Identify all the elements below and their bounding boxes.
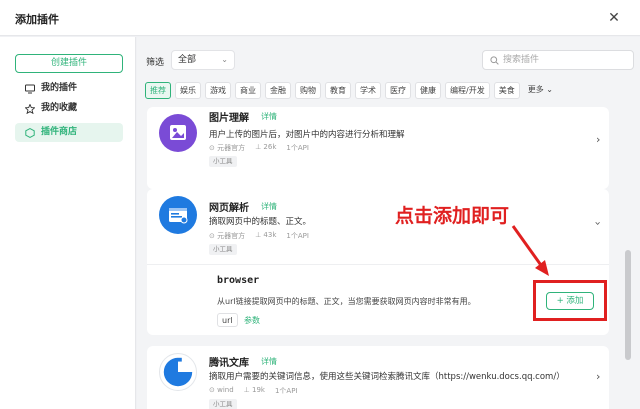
chevron-down-icon: ⌄ <box>221 55 228 64</box>
plugin-description: 摘取网页中的标题、正文。 <box>209 217 312 227</box>
tag-recommend[interactable]: 推荐 <box>145 82 171 99</box>
category-tags: 推荐 娱乐 游戏 商业 金融 购物 教育 学术 医疗 健康 编程/开发 美食 更… <box>145 82 557 100</box>
plugin-meta: ⊙ wind ⊥ 19k 1个API <box>209 386 297 396</box>
plugin-name: 腾讯文库 <box>209 358 249 369</box>
plugin-card[interactable]: 腾讯文库 详情 摘取用户需要的关键词信息，使用这些关键词检索腾讯文库（https… <box>147 346 609 409</box>
tag-entertainment[interactable]: 娱乐 <box>175 82 201 99</box>
scrollbar[interactable] <box>625 250 631 360</box>
chevron-right-icon[interactable]: › <box>596 133 600 146</box>
dialog-titlebar: 添加插件 ✕ <box>0 0 640 36</box>
sidebar-item-label: 插件商店 <box>41 127 78 137</box>
search-box[interactable] <box>482 50 634 70</box>
param-link[interactable]: 参数 <box>244 315 260 326</box>
plugin-store-panel: 筛选 全部 ⌄ 推荐 娱乐 游戏 商业 金融 购物 教育 学术 医疗 健康 编程… <box>137 37 640 409</box>
star-icon <box>25 103 35 114</box>
plugin-logo-image-icon <box>159 114 197 152</box>
plugin-detail-link[interactable]: 详情 <box>261 111 277 122</box>
sidebar-item-favorites[interactable]: 我的收藏 <box>15 99 123 118</box>
search-icon <box>490 56 499 65</box>
plugin-meta: ⊙ 元器官方 ⊥ 26k 1个API <box>209 143 309 153</box>
plugin-description: 摘取用户需要的关键词信息，使用这些关键词检索腾讯文库（https://wenku… <box>209 372 565 382</box>
tool-name: browser <box>217 275 260 286</box>
filter-label: 筛选 <box>146 58 165 68</box>
plugin-logo-wenku-icon <box>159 353 197 391</box>
tag-education[interactable]: 教育 <box>325 82 351 99</box>
tag-programming[interactable]: 编程/开发 <box>445 82 490 99</box>
filter-select-value: 全部 <box>178 55 197 65</box>
plugin-badge: 小工具 <box>209 399 237 409</box>
plugin-api-count: 1个API <box>286 144 309 152</box>
plugin-meta: ⊙ 元器官方 ⊥ 43k 1个API <box>209 231 309 241</box>
tag-more-dropdown[interactable]: 更多 ⌄ <box>524 82 557 99</box>
tool-description: 从url链接提取网页中的标题、正文，当您需要获取网页内容时非常有用。 <box>217 297 476 306</box>
plugin-uses: ⊥ 43k <box>255 231 277 239</box>
annotation-highlight-box <box>533 280 607 321</box>
tag-business[interactable]: 商业 <box>235 82 261 99</box>
tag-food[interactable]: 美食 <box>493 82 520 99</box>
plugin-author: ⊙ 元器官方 <box>209 232 246 240</box>
plugin-badge: 小工具 <box>209 244 237 255</box>
param-tag: url <box>217 313 238 327</box>
chevron-down-icon[interactable]: › <box>592 221 605 225</box>
plugin-uses: ⊥ 19k <box>243 386 265 394</box>
plugin-api-count: 1个API <box>286 232 309 240</box>
annotation-arrow <box>511 225 549 276</box>
plugin-author: ⊙ wind <box>209 386 234 394</box>
plugin-badge: 小工具 <box>209 156 237 167</box>
tag-finance[interactable]: 金融 <box>265 82 291 99</box>
filter-select[interactable]: 全部 ⌄ <box>171 50 235 70</box>
plugin-api-count: 1个API <box>274 387 298 395</box>
sidebar-item-label: 我的收藏 <box>41 103 78 113</box>
close-icon[interactable]: ✕ <box>604 8 624 28</box>
plugin-detail-link[interactable]: 详情 <box>261 201 277 212</box>
tag-more-label: 更多 <box>527 85 544 94</box>
tag-health[interactable]: 健康 <box>415 82 441 99</box>
cube-icon <box>25 127 35 138</box>
chevron-right-icon[interactable]: › <box>596 370 600 383</box>
sidebar: 创建插件 我的插件 我的收藏 插件商店 <box>0 37 136 409</box>
monitor-icon <box>25 84 35 93</box>
plugin-detail-link[interactable]: 详情 <box>261 356 277 367</box>
tag-games[interactable]: 游戏 <box>205 82 231 99</box>
tag-shopping[interactable]: 购物 <box>295 82 321 99</box>
create-plugin-button[interactable]: 创建插件 <box>15 54 123 73</box>
plugin-name: 网页解析 <box>209 203 249 214</box>
tag-medical[interactable]: 医疗 <box>385 82 411 99</box>
plugin-name: 图片理解 <box>209 113 249 124</box>
plugin-uses: ⊥ 26k <box>255 143 277 151</box>
sidebar-item-label: 我的插件 <box>41 83 78 93</box>
dialog-title: 添加插件 <box>15 13 59 26</box>
annotation-text: 点击添加即可 <box>395 205 510 227</box>
search-input[interactable] <box>503 53 631 67</box>
tag-academic[interactable]: 学术 <box>355 82 381 99</box>
plugin-logo-webpage-icon <box>159 196 197 234</box>
sidebar-item-my-plugins[interactable]: 我的插件 <box>15 79 123 98</box>
plugin-card[interactable]: 图片理解 详情 用户上传的图片后，对图片中的内容进行分析和理解 ⊙ 元器官方 ⊥… <box>147 107 609 189</box>
sidebar-item-plugin-store[interactable]: 插件商店 <box>15 123 123 142</box>
plugin-author: ⊙ 元器官方 <box>209 144 246 152</box>
plugin-description: 用户上传的图片后，对图片中的内容进行分析和理解 <box>209 130 405 140</box>
